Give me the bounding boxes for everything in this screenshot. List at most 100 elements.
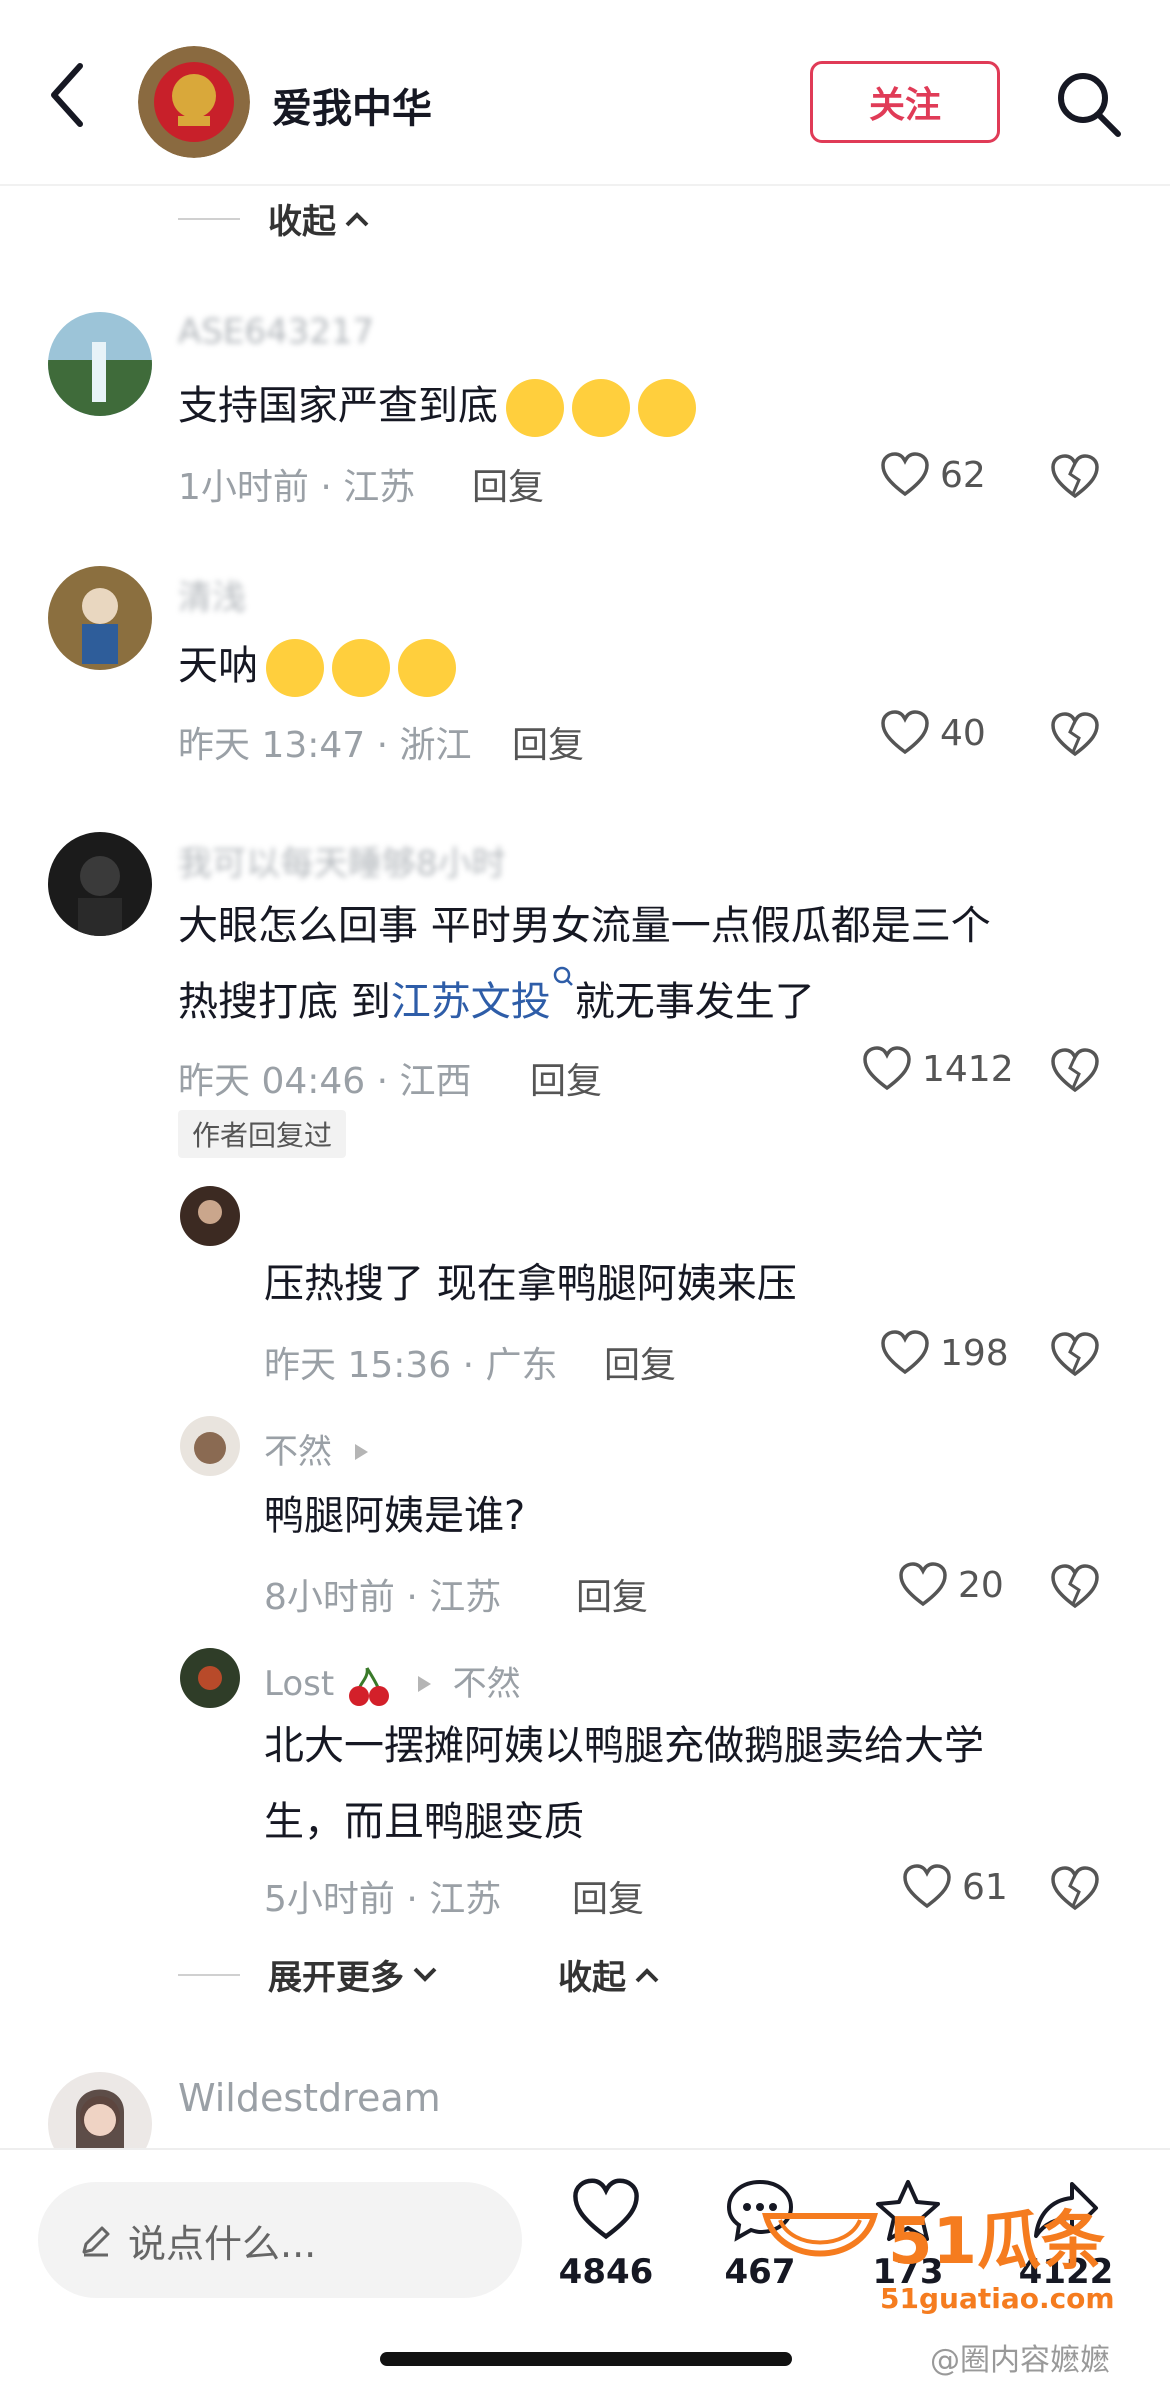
search-link[interactable]: 江苏文投 [391,966,575,1025]
search-small-icon [553,966,573,986]
like-button[interactable]: 20 [898,1562,1004,1608]
like-count: 61 [962,1866,1008,1908]
collapse-label: 收起 [268,202,336,242]
heart-icon [573,2178,639,2240]
comment-username[interactable]: 清浅 [178,570,246,619]
comment-text-content: 天呐 [178,643,258,689]
heart-icon [881,710,929,755]
comment-username[interactable]: 我可以每天睡够8小时 [178,836,506,885]
comment-username[interactable]: Wildestdream [178,2076,441,2120]
avatar[interactable] [48,312,152,416]
like-post-count: 4846 [558,2252,654,2292]
search-button[interactable] [1055,68,1123,140]
reply-username-label: 不然 [264,1432,332,1472]
landscape-avatar-image [48,312,152,416]
reply-button[interactable]: 回复 [512,716,584,768]
reply-text-line2: 生，而且鸭腿变质 [264,1799,584,1845]
follow-button[interactable]: 关注 [810,61,1000,143]
play-small-icon [354,1444,368,1460]
annoyed-face-emoji-icon [266,639,324,697]
reply-username-label: Lost [264,1664,335,1704]
watermelon-logo-icon [762,2213,878,2257]
collapse-label: 收起 [558,1958,626,1998]
heart-icon [899,1562,947,1607]
like-button[interactable]: 198 [880,1330,1009,1376]
comment-meta: 1小时前 · 江苏 [178,467,416,508]
comment-username[interactable]: ASE643217 [178,312,374,352]
divider-line [178,217,240,220]
author-avatar[interactable] [138,46,250,158]
broken-heart-icon[interactable] [1050,1046,1100,1096]
comment-meta: 昨天 13:47 · 浙江 [178,725,472,766]
broken-heart-icon[interactable] [1050,452,1100,502]
chevron-down-icon [413,1967,437,1982]
avatar[interactable] [180,1186,240,1246]
reply-button[interactable]: 回复 [472,458,544,510]
comment-text-content: 支持国家严查到底 [178,383,498,429]
like-count: 40 [940,712,986,754]
annoyed-face-emoji-icon [398,639,456,697]
reply-button[interactable]: 回复 [572,1870,644,1922]
reply-text: 压热搜了 现在拿鸭腿阿姨来压 [264,1261,797,1307]
collapse-replies-button[interactable]: 收起 [558,1950,660,1999]
reply-button[interactable]: 回复 [576,1568,648,1620]
play-small-icon [417,1676,431,1692]
avatar[interactable] [180,1648,240,1708]
reply-text: 鸭腿阿姨是谁? [264,1493,526,1539]
comment-meta: 昨天 04:46 · 江西 [178,1061,472,1102]
reply-avatar-image [180,1186,240,1246]
like-count: 198 [940,1332,1009,1374]
flower-avatar-image [180,1648,240,1708]
avatar[interactable] [180,1416,240,1476]
broken-heart-icon[interactable] [1050,710,1100,760]
chevron-left-icon [51,63,83,127]
like-button[interactable]: 61 [902,1864,1008,1910]
dark-avatar-image [48,832,152,936]
reply-text: 北大一摆摊阿姨以鸭腿充做鹅腿卖给大学 [264,1723,984,1769]
divider-line [178,1973,240,1976]
like-button[interactable]: 62 [880,452,986,498]
avatar[interactable] [48,566,152,670]
reply-to-username[interactable]: 不然 [453,1664,521,1704]
broken-heart-icon[interactable] [1050,1562,1100,1612]
collapse-replies-top[interactable]: 收起 [178,194,370,243]
author-name[interactable]: 爱我中华 [272,76,432,134]
expand-more-label: 展开更多 [268,1958,404,1998]
like-button[interactable]: 1412 [862,1046,1014,1092]
back-button[interactable] [48,60,108,140]
reply-username[interactable]: Lost 不然 [264,1656,521,1708]
author-replied-badge: 作者回复过 [178,1110,347,1158]
thumbs-up-emoji-icon [506,379,564,437]
like-button[interactable]: 40 [880,710,986,756]
reply-button[interactable]: 回复 [530,1052,602,1104]
watermark-site: 51guatiao.com [880,2282,1115,2315]
comment-input-placeholder: 说点什么... [128,2221,317,2266]
broken-heart-icon[interactable] [1050,1864,1100,1914]
expand-more-button[interactable]: 展开更多 [178,1950,438,1999]
chevron-up-icon [635,1967,659,1982]
comment-text: 大眼怎么回事 平时男女流量一点假瓜都是三个 [178,903,991,949]
reply-username[interactable]: 不然 [264,1424,371,1473]
heart-icon [881,452,929,497]
thumbs-up-emoji-icon [638,379,696,437]
home-indicator [380,2352,792,2366]
pencil-icon [82,2226,110,2257]
reply-button[interactable]: 回复 [604,1336,676,1388]
like-count: 62 [940,454,986,496]
like-count: 20 [958,1564,1004,1606]
chevron-up-icon [345,211,369,226]
like-post-button[interactable]: 4846 [546,2178,666,2292]
comment-input[interactable]: 说点什么... [38,2182,522,2298]
comment-text-content: 热搜打底 到 [178,979,391,1025]
cat-avatar-image [180,1416,240,1476]
cherry-icon [349,1666,390,1706]
comment-text: 支持国家严查到底 [178,368,696,444]
watermark-logo: 51瓜条 51guatiao.com [760,2190,1115,2315]
girl-avatar-image [48,566,152,670]
emblem-avatar-image [138,46,250,158]
comment-text-line2: 热搜打底 到江苏文投 就无事发生了 [178,964,815,1040]
avatar[interactable] [48,832,152,936]
like-count: 1412 [922,1048,1014,1090]
broken-heart-icon[interactable] [1050,1330,1100,1380]
heart-icon [863,1046,911,1091]
